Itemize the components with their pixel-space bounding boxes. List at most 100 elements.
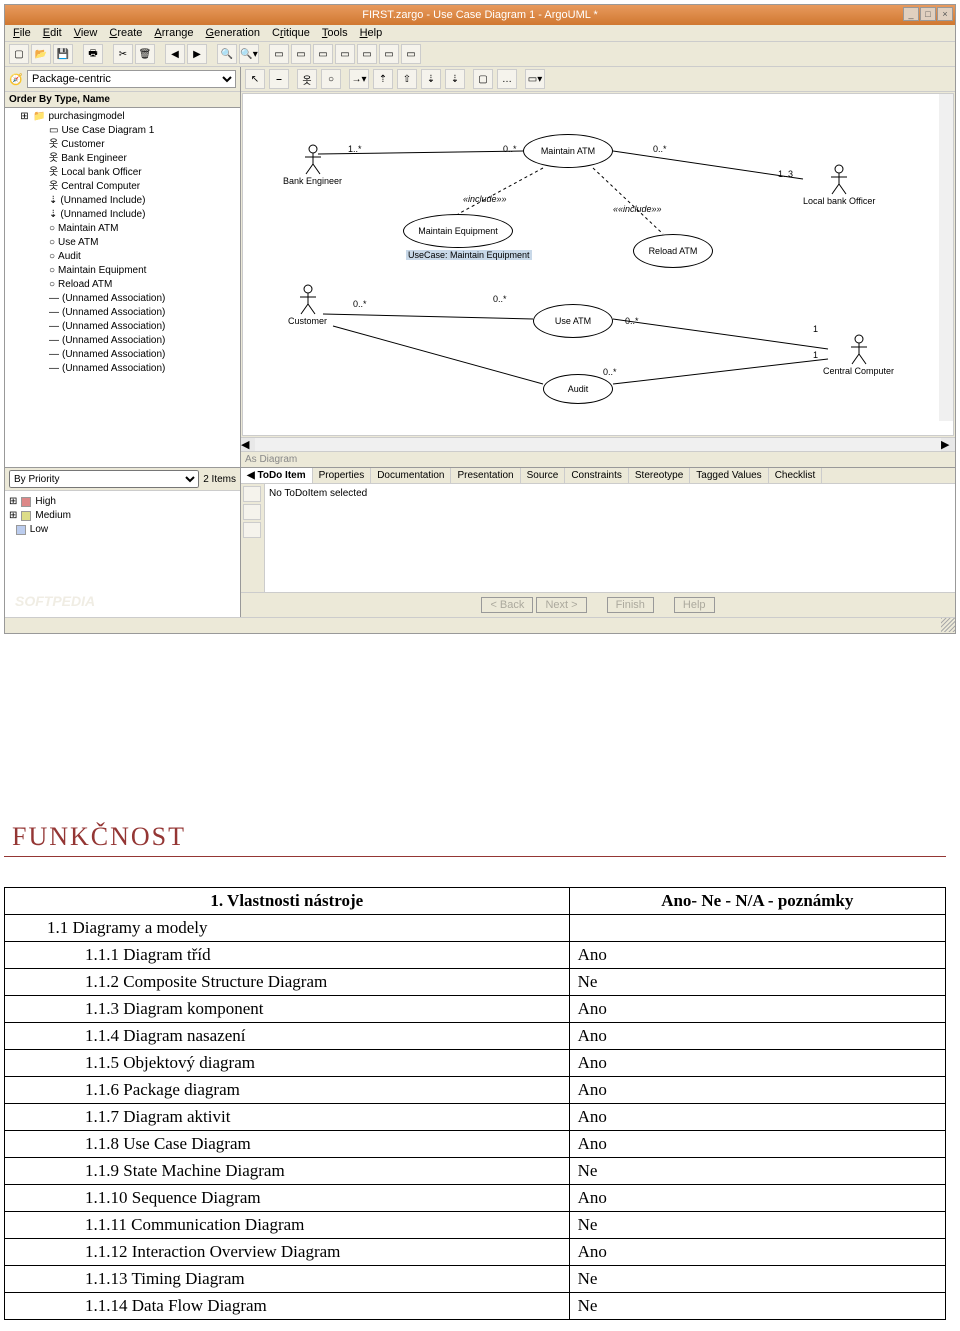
usecase-maintain-atm[interactable]: Maintain ATM: [523, 134, 613, 168]
usecase-maintain-equipment[interactable]: Maintain Equipment: [403, 214, 513, 248]
dependency-tool[interactable]: ⇡: [373, 69, 393, 89]
canvas-tab[interactable]: As Diagram: [241, 451, 955, 467]
side-btn-1[interactable]: [243, 486, 261, 502]
menu-generation[interactable]: Generation: [206, 27, 260, 39]
print-button[interactable]: 🖶: [83, 44, 103, 64]
diagram6-button[interactable]: ▭: [379, 44, 399, 64]
menu-create[interactable]: Create: [109, 27, 142, 39]
details-tab[interactable]: Checklist: [769, 468, 823, 483]
details-tab[interactable]: Documentation: [371, 468, 451, 483]
tree-node[interactable]: —(Unnamed Association): [7, 348, 238, 362]
tree-node[interactable]: —(Unnamed Association): [7, 320, 238, 334]
menu-arrange[interactable]: Arrange: [154, 27, 193, 39]
table-row: 1.1.11 Communication DiagramNe: [5, 1212, 946, 1239]
bottom-area: By Priority 2 Items ⊞High ⊞Medium Low SO…: [5, 467, 955, 617]
usecase-tool[interactable]: ○: [321, 69, 341, 89]
resize-grip[interactable]: [941, 618, 955, 632]
side-btn-3[interactable]: [243, 522, 261, 538]
tree-node[interactable]: ○Audit: [7, 250, 238, 264]
details-tab[interactable]: Properties: [313, 468, 372, 483]
menu-help[interactable]: Help: [360, 27, 383, 39]
details-tab[interactable]: Stereotype: [629, 468, 690, 483]
broom-tool[interactable]: ⎯: [269, 69, 289, 89]
table-row: 1.1.4 Diagram nasazeníAno: [5, 1023, 946, 1050]
menu-tools[interactable]: Tools: [322, 27, 348, 39]
package-tool[interactable]: ▢: [473, 69, 493, 89]
diagram4-button[interactable]: ▭: [335, 44, 355, 64]
tree-node[interactable]: 옷Local bank Officer: [7, 166, 238, 180]
diagram-canvas[interactable]: UseCase: Maintain Equipment 1..* 0..* 0.…: [242, 93, 954, 436]
tree-node[interactable]: ○Maintain Equipment: [7, 264, 238, 278]
more-tool[interactable]: …: [497, 69, 517, 89]
details-tab[interactable]: Tagged Values: [690, 468, 768, 483]
help-button[interactable]: Help: [674, 597, 715, 613]
usecase-reload-atm[interactable]: Reload ATM: [633, 234, 713, 268]
diagram2-button[interactable]: ▭: [291, 44, 311, 64]
diagram3-button[interactable]: ▭: [313, 44, 333, 64]
tree-node[interactable]: ⇣(Unnamed Include): [7, 194, 238, 208]
delete-button[interactable]: 🗑: [135, 44, 155, 64]
tree-node[interactable]: —(Unnamed Association): [7, 334, 238, 348]
generalize-tool[interactable]: ⇧: [397, 69, 417, 89]
maximize-button[interactable]: □: [920, 7, 936, 21]
perspective-combo[interactable]: Package-centric: [27, 70, 236, 88]
tree-node[interactable]: ○Reload ATM: [7, 278, 238, 292]
tree-node[interactable]: —(Unnamed Association): [7, 362, 238, 376]
details-content: No ToDoItem selected: [265, 484, 955, 592]
menu-view[interactable]: View: [74, 27, 98, 39]
actor-central-computer[interactable]: Central Computer: [823, 334, 894, 376]
details-tab[interactable]: Source: [521, 468, 566, 483]
tree-node[interactable]: 옷Central Computer: [7, 180, 238, 194]
extend-tool[interactable]: ⇣: [421, 69, 441, 89]
zoom-button[interactable]: 🔍▾: [239, 44, 259, 64]
tree-node[interactable]: ○Use ATM: [7, 236, 238, 250]
usecase-use-atm[interactable]: Use ATM: [533, 304, 613, 338]
canvas-vscroll[interactable]: [939, 94, 953, 421]
select-tool[interactable]: ↖: [245, 69, 265, 89]
diagram1-button[interactable]: ▭: [269, 44, 289, 64]
tree-node[interactable]: ▭Use Case Diagram 1: [7, 124, 238, 138]
menu-critique[interactable]: Critique: [272, 27, 310, 39]
include-tool[interactable]: ⇣: [445, 69, 465, 89]
minimize-button[interactable]: _: [903, 7, 919, 21]
tree-node[interactable]: —(Unnamed Association): [7, 306, 238, 320]
tree-node[interactable]: 옷Bank Engineer: [7, 152, 238, 166]
canvas-hscroll[interactable]: ◀ ▶: [241, 437, 955, 451]
cut-button[interactable]: ✂: [113, 44, 133, 64]
tree-node[interactable]: —(Unnamed Association): [7, 292, 238, 306]
nav-back-button[interactable]: ◀: [165, 44, 185, 64]
diagram7-button[interactable]: ▭: [401, 44, 421, 64]
tree-node[interactable]: ⊞📁purchasingmodel: [7, 110, 238, 124]
details-tab[interactable]: ◀ ToDo Item: [241, 468, 313, 483]
close-button[interactable]: ×: [937, 7, 953, 21]
back-button[interactable]: < Back: [481, 597, 533, 613]
menu-file[interactable]: File: [13, 27, 31, 39]
rect-tool[interactable]: ▭▾: [525, 69, 545, 89]
association-tool[interactable]: →▾: [349, 69, 369, 89]
actor-bank-engineer[interactable]: Bank Engineer: [283, 144, 342, 186]
model-tree[interactable]: ⊞📁purchasingmodel▭Use Case Diagram 1옷Cus…: [5, 108, 240, 467]
actor-tool[interactable]: 옷: [297, 69, 317, 89]
menu-edit[interactable]: Edit: [43, 27, 62, 39]
save-button[interactable]: 💾: [53, 44, 73, 64]
mult-label: 1..3: [778, 169, 793, 179]
mult-label: 0..*: [603, 367, 617, 377]
actor-local-bank-officer[interactable]: Local bank Officer: [803, 164, 875, 206]
details-tab[interactable]: Constraints: [565, 468, 629, 483]
nav-fwd-button[interactable]: ▶: [187, 44, 207, 64]
find-button[interactable]: 🔍: [217, 44, 237, 64]
actor-customer[interactable]: Customer: [288, 284, 327, 326]
usecase-audit[interactable]: Audit: [543, 374, 613, 404]
diagram5-button[interactable]: ▭: [357, 44, 377, 64]
new-button[interactable]: ▢: [9, 44, 29, 64]
tree-node[interactable]: ○Maintain ATM: [7, 222, 238, 236]
main-toolbar: ▢ 📂 💾 🖶 ✂ 🗑 ◀ ▶ 🔍 🔍▾ ▭ ▭ ▭ ▭ ▭ ▭ ▭: [5, 42, 955, 67]
tree-node[interactable]: ⇣(Unnamed Include): [7, 208, 238, 222]
priority-combo[interactable]: By Priority: [9, 470, 199, 488]
finish-button[interactable]: Finish: [607, 597, 654, 613]
details-tab[interactable]: Presentation: [451, 468, 520, 483]
tree-node[interactable]: 옷Customer: [7, 138, 238, 152]
next-button[interactable]: Next >: [536, 597, 586, 613]
open-button[interactable]: 📂: [31, 44, 51, 64]
side-btn-2[interactable]: [243, 504, 261, 520]
